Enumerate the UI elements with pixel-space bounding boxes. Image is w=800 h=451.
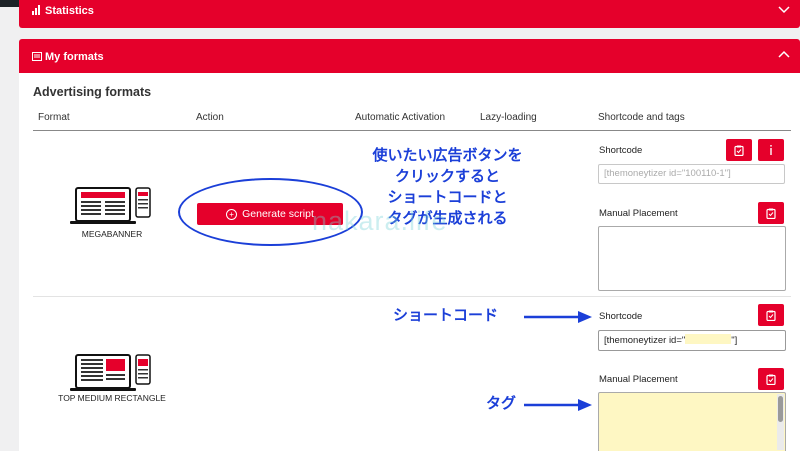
col-header-shortcode-and-tags: Shortcode and tags — [598, 112, 685, 123]
manual-placement-label-1: Manual Placement — [599, 208, 678, 219]
info-button-1[interactable] — [758, 139, 784, 161]
copy-shortcode-button-2[interactable] — [758, 304, 784, 326]
textarea-scrollbar-thumb[interactable] — [778, 396, 783, 422]
list-icon — [32, 52, 42, 61]
shortcode-field-1[interactable]: [themoneytizer id="100110-1"] — [598, 164, 785, 184]
manual-placement-label-2: Manual Placement — [599, 374, 678, 385]
clipboard-icon — [734, 145, 744, 156]
my-formats-panel-header[interactable]: My formats — [19, 39, 800, 73]
arrow-to-shortcode — [524, 311, 592, 323]
watermark: nakara.life — [312, 206, 448, 236]
top-medium-rectangle-format-icon — [70, 354, 151, 391]
format-name-megabanner: MEGABANNER — [81, 229, 143, 239]
copy-tag-button-2[interactable] — [758, 368, 784, 390]
callout-line-1: 使いたい広告ボタンを — [372, 147, 523, 164]
chevron-down-icon[interactable] — [778, 6, 790, 14]
callout-line-3: ショートコードと — [387, 189, 508, 206]
col-header-automatic-activation: Automatic Activation — [355, 112, 446, 123]
shortcode-label-1: Shortcode — [599, 145, 643, 156]
section-title: Advertising formats — [33, 85, 152, 99]
col-header-action: Action — [196, 112, 224, 123]
shortcode-note: ショートコード — [393, 307, 499, 324]
col-header-lazy-loading: Lazy-loading — [480, 112, 537, 123]
megabanner-format-icon — [70, 187, 151, 224]
shortcode-label-2: Shortcode — [599, 311, 643, 322]
my-formats-title: My formats — [45, 51, 104, 63]
shortcode-prefix: [themoneytizer id=" — [604, 335, 686, 346]
statistics-title-wrap: Statistics — [32, 5, 94, 17]
redacted-id-highlight — [685, 334, 732, 344]
manual-placement-textarea-1[interactable] — [598, 226, 786, 291]
statistics-panel-header[interactable]: Statistics — [19, 0, 800, 28]
format-name-top-medium-rectangle: TOP MEDIUM RECTANGLE — [58, 393, 166, 403]
copy-tag-button-1[interactable] — [758, 202, 784, 224]
clipboard-icon — [766, 310, 776, 321]
info-icon — [770, 145, 772, 155]
tag-note: タグ — [486, 395, 517, 412]
chevron-up-icon[interactable] — [778, 50, 790, 58]
copy-shortcode-button-1[interactable] — [726, 139, 752, 161]
clipboard-icon — [766, 374, 776, 385]
statistics-title: Statistics — [45, 5, 94, 17]
manual-placement-textarea-2[interactable] — [598, 392, 786, 451]
my-formats-title-wrap: My formats — [32, 51, 104, 63]
clipboard-icon — [766, 208, 776, 219]
textarea-scrollbar[interactable] — [777, 394, 784, 450]
shortcode-field-2[interactable]: [themoneytizer id=" "] — [598, 330, 786, 351]
bar-chart-icon — [32, 5, 40, 15]
row-divider — [33, 296, 791, 297]
arrow-to-tag — [524, 399, 592, 411]
callout-line-2: クリックすると — [394, 168, 500, 185]
table-header-divider — [33, 130, 791, 131]
col-header-format: Format — [38, 112, 70, 123]
shortcode-suffix: "] — [731, 335, 738, 346]
